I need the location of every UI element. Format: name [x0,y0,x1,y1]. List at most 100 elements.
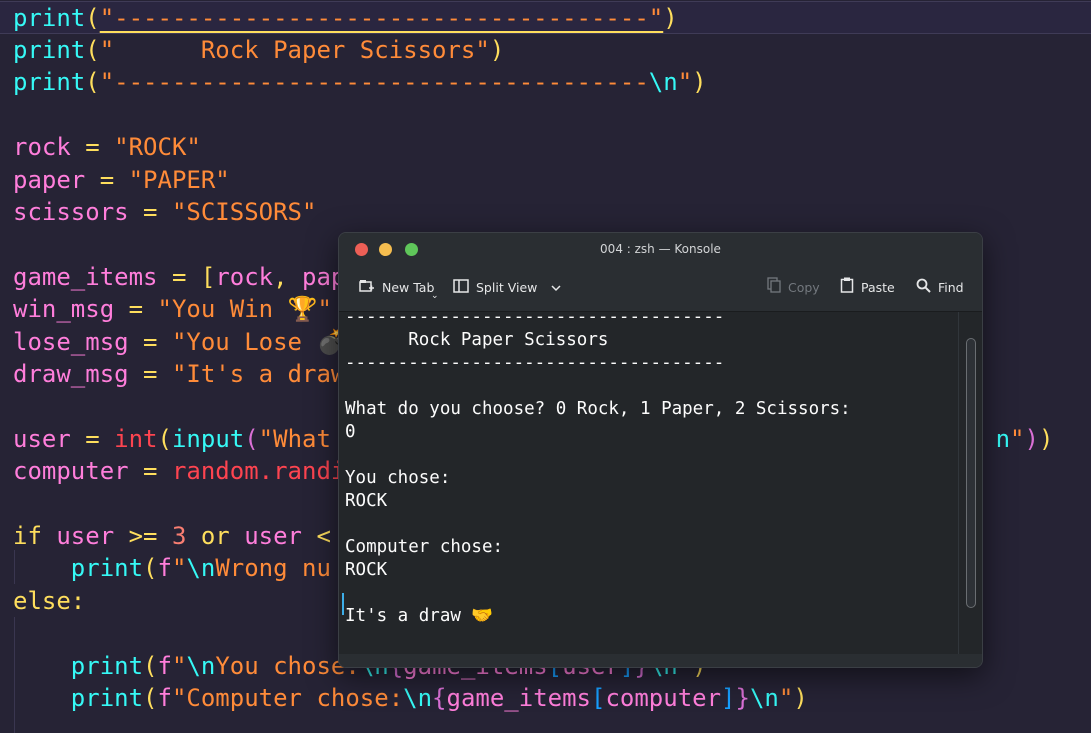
terminal-line: It's a draw 🤝 [345,606,494,626]
code-line: game_items = [rock, pap [13,261,345,293]
code-token: print [70,652,144,680]
code-token: \n [648,68,678,96]
code-token: ) [1024,425,1039,453]
new-tab-label: New Tab [382,280,435,295]
paste-label: Paste [861,280,895,295]
chevron-down-icon [551,280,561,295]
code-token: "It's a draw [171,360,346,388]
code-token: ( [143,652,158,680]
code-line: computer = random.randi [13,455,345,487]
code-token: = [70,133,115,161]
code-token: win_msg [13,295,115,323]
code-token: : [70,587,86,615]
code-token: if [13,522,57,550]
code-token: game_items [13,263,158,291]
code-token: paper [13,166,86,194]
split-view-button[interactable]: Split View [453,277,561,299]
code-line: print("---------------------------------… [13,66,707,98]
code-token: f [157,554,172,582]
code-token: draw_msg [13,360,129,388]
code-token: 3 [171,522,187,550]
code-line: draw_msg = "It's a draw [13,358,345,390]
code-token: "------------------------------------- [99,68,649,96]
cursor-marker [342,593,344,615]
code-token: user [244,522,302,550]
code-token: " Rock Paper Scissors" [99,36,490,64]
new-tab-button[interactable]: New Tab ⌄ [359,277,439,301]
code-line: else: [13,585,85,617]
window-title: 004 : zsh — Konsole [600,242,721,256]
code-token: \n [186,554,216,582]
new-tab-icon [359,278,375,300]
code-token: " [778,684,794,712]
code-line: lose_msg = "You Lose 💣 [13,326,346,358]
code-token: ( [157,425,172,453]
split-view-label: Split View [476,280,538,295]
code-token: rock [13,133,71,161]
paste-button[interactable]: Paste [840,277,895,299]
konsole-window: 004 : zsh — Konsole New Tab ⌄ Split View… [338,232,983,668]
copy-icon [767,277,781,300]
code-token: print [13,68,86,96]
terminal-output[interactable]: ------------------------------------ Roc… [339,312,958,654]
terminal-line: ROCK [345,560,388,580]
code-token: game_items [446,684,592,712]
code-token: " [1010,425,1025,453]
code-token: print [70,554,144,582]
terminal-line: ------------------------------------ [345,312,725,327]
code-token: " [171,652,187,680]
code-token: = [128,360,172,388]
search-icon [916,278,931,300]
code-token: "Computer chose: [171,684,404,712]
terminal-scrollbar[interactable] [958,312,982,654]
code-token: "ROCK" [114,133,201,161]
code-token: or [186,522,245,550]
code-token: lose_msg [13,328,129,356]
code-token: = [157,263,201,291]
code-line: print(" Rock Paper Scissors") [13,34,504,66]
find-label: Find [938,280,964,295]
code-token: [ [200,263,216,291]
code-token: int [114,425,158,453]
scrollbar-thumb[interactable] [966,338,976,608]
code-line: scissors = "SCISSORS" [13,196,316,228]
find-button[interactable]: Find [916,277,964,299]
code-token: f [157,652,172,680]
code-token: ( [244,425,259,453]
code-token: \n [403,684,433,712]
code-token: [ [591,684,606,712]
paste-icon [840,277,854,300]
code-token: print [70,684,144,712]
code-token: input [171,425,245,453]
chevron-down-icon: ⌄ [431,291,439,301]
terminal-line: What do you choose? 0 Rock, 1 Paper, 2 S… [345,399,851,419]
code-token: ( [143,554,158,582]
code-token: "SCISSORS" [171,198,317,226]
code-token: user [13,425,71,453]
code-token: user [56,522,115,550]
code-token: computer [13,457,129,485]
terminal-line: Computer chose: [345,537,504,557]
code-token: ] [721,684,736,712]
code-token: \n [186,652,216,680]
code-token: = [114,295,158,323]
code-token: < [302,522,331,550]
code-token: print [13,4,86,32]
code-token: = [85,166,129,194]
code-token: ) [692,68,707,96]
code-token: "You Lose 💣 [171,328,347,356]
terminal-line: ------------------------------------ [345,353,725,373]
title-bar[interactable]: 004 : zsh — Konsole [339,233,982,265]
code-line: print("---------------------------------… [13,2,678,34]
code-line: print(f"Computer chose:\n{game_items[com… [13,682,808,714]
code-token: ( [85,36,100,64]
copy-button[interactable]: Copy [767,277,820,299]
toolbar: New Tab ⌄ Split View Copy Paste Find [339,265,982,312]
code-token: "What [258,425,346,453]
code-token: >= [114,522,172,550]
code-token: ) [793,684,808,712]
code-token: random [171,457,259,485]
code-token: "You Win 🏆" [157,295,332,323]
